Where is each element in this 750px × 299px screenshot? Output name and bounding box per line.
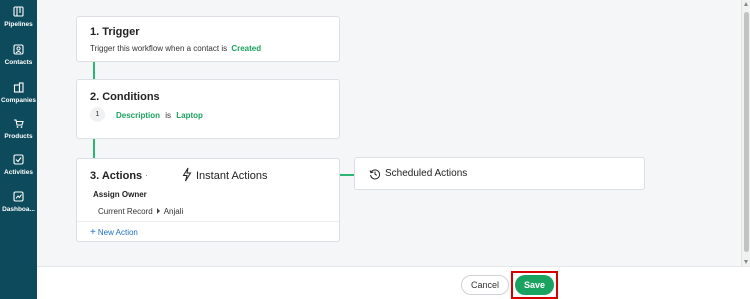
scheduled-actions-label: Scheduled Actions xyxy=(385,168,468,179)
pipelines-icon xyxy=(13,6,24,17)
instant-actions-label[interactable]: Instant Actions xyxy=(196,170,268,182)
new-action-label: New Action xyxy=(97,228,138,237)
cart-icon xyxy=(14,119,24,128)
save-button[interactable]: Save xyxy=(515,275,554,295)
condition-operator: is xyxy=(165,111,172,120)
condition-field[interactable]: Description xyxy=(116,111,160,120)
action-detail-field: Current Record xyxy=(98,207,153,216)
sidebar-item-label: Companies xyxy=(0,97,37,104)
action-detail-value: Anjali xyxy=(163,207,184,216)
condition-index: 1 xyxy=(90,107,105,122)
sidebar-item-label: Contacts xyxy=(4,59,33,66)
scheduled-actions-card[interactable]: Scheduled Actions xyxy=(354,157,645,190)
workflow-canvas: 1. Trigger Trigger this workflow when a … xyxy=(37,0,741,266)
sidebar-item-label: Products xyxy=(4,133,33,140)
caret-right-icon xyxy=(156,208,160,214)
conditions-title: 2. Conditions xyxy=(90,91,160,103)
sidebar-item-products[interactable]: Products xyxy=(0,118,37,140)
checkbox-icon xyxy=(13,154,24,165)
sidebar-item-dashboards[interactable]: Dashboa... xyxy=(0,191,37,213)
trigger-title: 1. Trigger xyxy=(90,26,140,38)
sidebar-item-companies[interactable]: Companies xyxy=(0,82,37,104)
condition-value[interactable]: Laptop xyxy=(176,111,203,120)
dashboard-icon xyxy=(13,191,24,202)
conditions-card[interactable]: 2. Conditions 1 Description is Laptop xyxy=(76,79,340,139)
trigger-description: Trigger this workflow when a contact is … xyxy=(90,44,261,53)
contacts-icon xyxy=(13,44,24,55)
sidebar-item-label: Dashboa... xyxy=(2,206,35,213)
footer-bar: Cancel Save xyxy=(37,266,750,299)
trigger-card[interactable]: 1. Trigger Trigger this workflow when a … xyxy=(76,16,340,62)
action-detail: Current Record Anjali xyxy=(98,207,183,216)
scroll-thumb[interactable] xyxy=(744,12,749,252)
plus-icon: + xyxy=(90,227,96,238)
trigger-event-value: Created xyxy=(231,44,262,53)
trigger-text: Trigger this workflow when a contact is xyxy=(90,44,228,53)
condition-row: Description is Laptop xyxy=(116,111,203,120)
sidebar-item-activities[interactable]: Activities xyxy=(0,154,37,176)
actions-title: 3. Actions xyxy=(90,170,143,182)
companies-icon xyxy=(13,82,24,93)
new-action-link[interactable]: + New Action xyxy=(90,227,138,238)
connector-line xyxy=(340,174,354,176)
scroll-down-icon[interactable] xyxy=(744,260,748,264)
lightning-icon xyxy=(182,167,192,182)
vertical-scrollbar[interactable] xyxy=(741,0,750,266)
sidebar: Pipelines Contacts Companies Products Ac… xyxy=(0,0,37,299)
connector-line xyxy=(93,139,95,158)
clock-refresh-icon xyxy=(369,169,381,180)
sidebar-item-pipelines[interactable]: Pipelines xyxy=(0,6,37,28)
action-name: Assign Owner xyxy=(93,190,147,199)
scroll-up-icon[interactable] xyxy=(744,2,748,6)
cancel-button[interactable]: Cancel xyxy=(461,275,509,295)
sidebar-item-label: Pipelines xyxy=(4,21,33,28)
actions-card[interactable]: 3. Actions · Instant Actions Assign Owne… xyxy=(76,158,340,242)
divider xyxy=(77,221,339,222)
connector-line xyxy=(93,62,95,79)
title-separator: · xyxy=(145,170,148,180)
sidebar-item-label: Activities xyxy=(4,169,33,176)
sidebar-item-contacts[interactable]: Contacts xyxy=(0,44,37,66)
